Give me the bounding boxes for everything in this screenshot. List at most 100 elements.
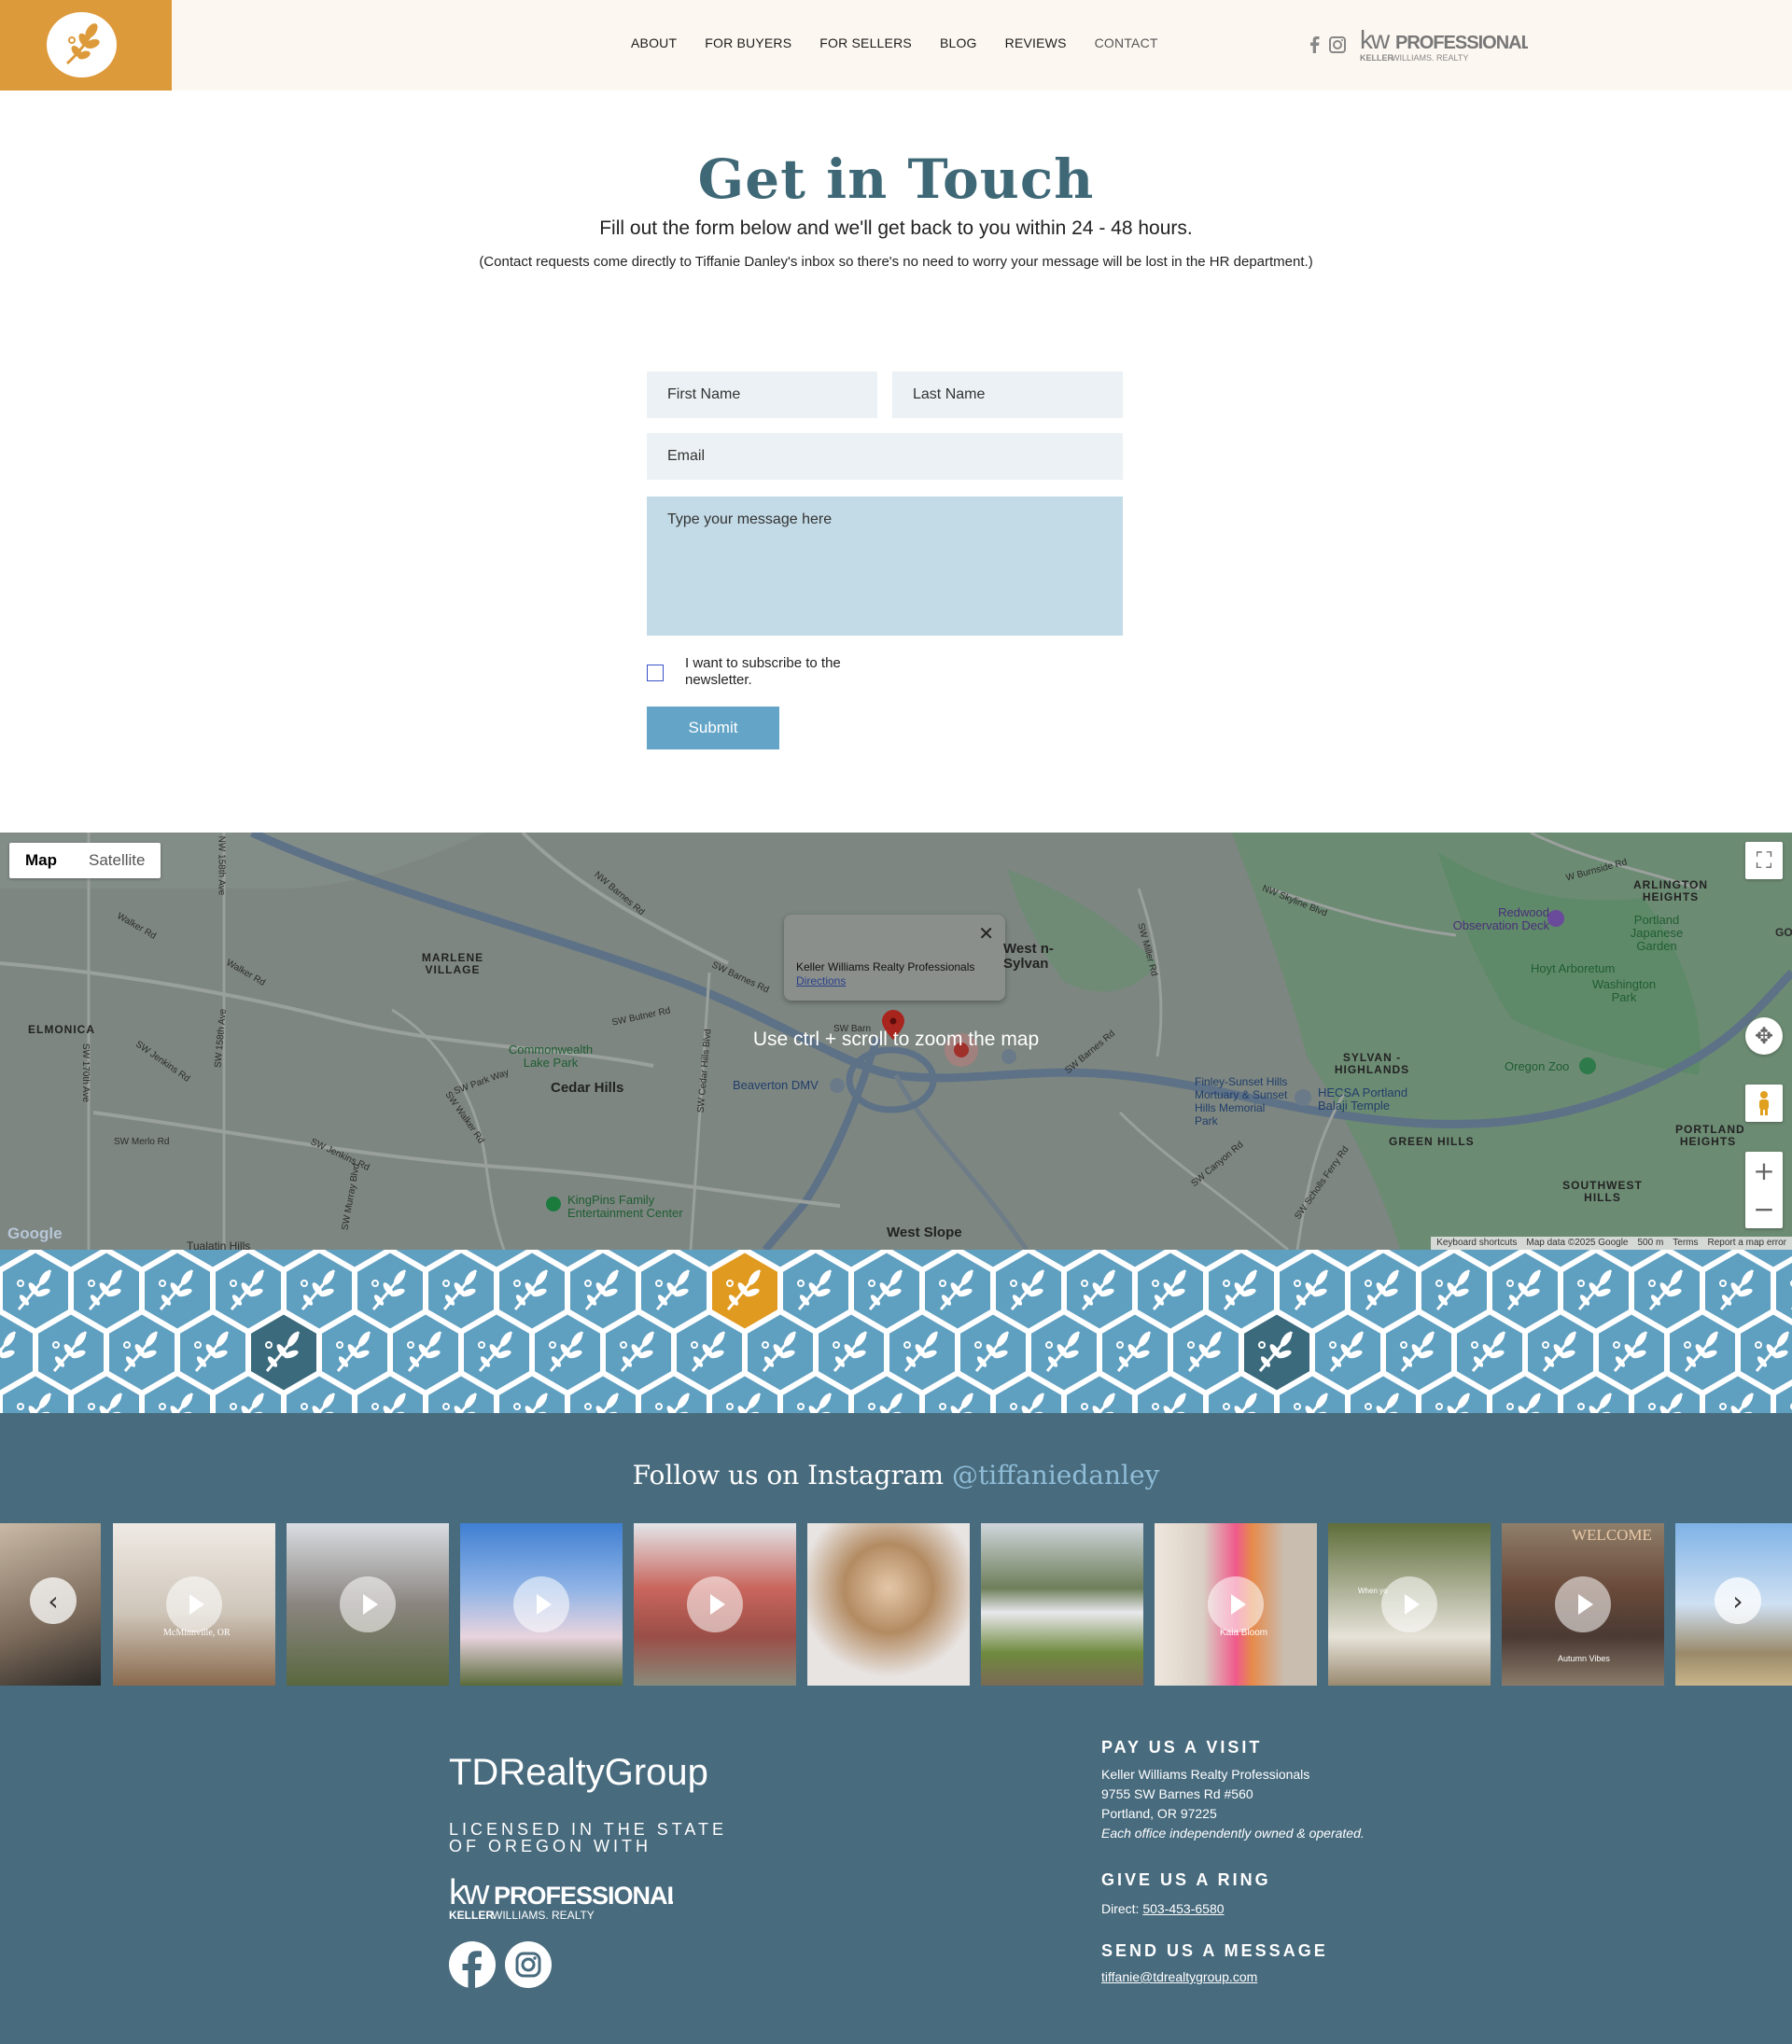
nav-for-sellers[interactable]: FOR SELLERS <box>819 35 912 50</box>
post-caption: McMinnville, OR <box>163 1628 231 1638</box>
google-map[interactable]: Map Satellite ⛶ ✥ + − ✕ Keller Williams … <box>0 833 1792 1250</box>
play-icon <box>1208 1576 1264 1632</box>
instagram-post[interactable] <box>634 1523 796 1686</box>
close-icon[interactable]: ✕ <box>978 922 994 945</box>
facebook-icon[interactable] <box>1309 36 1320 53</box>
svg-text:PROFESSIONALS: PROFESSIONALS <box>1395 33 1528 53</box>
instagram-post[interactable]: McMinnville, OR <box>113 1523 275 1686</box>
map-label-hecsa: HECSA Portland Balaji Temple <box>1318 1085 1408 1113</box>
post-caption: When yo <box>1358 1587 1388 1595</box>
map-data-text: Map data ©2025 Google <box>1526 1238 1629 1248</box>
instagram-post[interactable]: When yo <box>1328 1523 1491 1686</box>
olive-tile-pattern <box>0 1250 1792 1413</box>
map-scale[interactable]: 500 m <box>1637 1237 1663 1250</box>
instagram-handle-link[interactable]: @tiffaniedanley <box>952 1460 1159 1491</box>
svg-text:KELLER: KELLER <box>1360 53 1394 63</box>
facebook-icon[interactable] <box>449 1941 496 1988</box>
visit-note: Each office independently owned & operat… <box>1101 1826 1365 1841</box>
map-attribution: Keyboard shortcuts Map data ©2025 Google… <box>1431 1237 1792 1250</box>
map-label-beaverton-dmv: Beaverton DMV <box>733 1078 819 1092</box>
main-nav: ABOUT FOR BUYERS FOR SELLERS BLOG REVIEW… <box>631 35 1158 50</box>
play-icon <box>340 1576 396 1632</box>
last-name-field[interactable] <box>892 371 1123 418</box>
post-caption: Kaia Bloom <box>1220 1628 1268 1638</box>
zoom-out-icon[interactable]: − <box>1745 1190 1783 1228</box>
instagram-title-text: Follow us on Instagram <box>632 1460 945 1491</box>
instagram-post[interactable] <box>460 1523 623 1686</box>
play-icon <box>687 1576 743 1632</box>
instagram-post[interactable]: Kaia Bloom <box>1155 1523 1317 1686</box>
map-label-redwood: Redwood Observation Deck <box>1452 905 1549 932</box>
site-header: ABOUT FOR BUYERS FOR SELLERS BLOG REVIEW… <box>0 0 1792 91</box>
street-view-pegman-icon[interactable] <box>1745 1085 1783 1122</box>
nav-about[interactable]: ABOUT <box>631 35 677 50</box>
nav-contact[interactable]: CONTACT <box>1095 35 1158 50</box>
map-label-finley: Finley-Sunset Hills Mortuary & Sunset Hi… <box>1195 1075 1288 1127</box>
email-field[interactable] <box>647 433 1123 480</box>
terms-link[interactable]: Terms <box>1673 1237 1698 1250</box>
instagram-icon[interactable] <box>505 1941 552 1988</box>
kw-professionals-logo[interactable]: kw PROFESSIONALS KELLER WILLIAMS. REALTY <box>1360 28 1528 65</box>
map-tab-map[interactable]: Map <box>9 843 73 878</box>
play-icon <box>1381 1576 1437 1632</box>
message-details: tiffanie@tdrealtygroup.com <box>1101 1967 1257 1987</box>
svg-text:WILLIAMS. REALTY: WILLIAMS. REALTY <box>492 1909 595 1922</box>
nav-reviews[interactable]: REVIEWS <box>1005 35 1067 50</box>
map-tab-satellite[interactable]: Satellite <box>73 843 161 878</box>
report-error-link[interactable]: Report a map error <box>1708 1237 1786 1250</box>
directions-link[interactable]: Directions <box>796 974 846 987</box>
fullscreen-icon[interactable]: ⛶ <box>1745 842 1783 879</box>
instagram-post[interactable] <box>287 1523 449 1686</box>
map-info-window: ✕ Keller Williams Realty Professionals D… <box>784 915 1005 1001</box>
subscribe-checkbox[interactable] <box>647 665 664 681</box>
map-label-go: GO <box>1775 926 1792 939</box>
message-field[interactable] <box>647 497 1123 636</box>
ring-prefix: Direct: <box>1101 1901 1143 1916</box>
logo[interactable] <box>0 0 172 91</box>
nav-blog[interactable]: BLOG <box>940 35 977 50</box>
map-label-oregon-zoo: Oregon Zoo <box>1505 1059 1570 1073</box>
instagram-post[interactable] <box>981 1523 1143 1686</box>
info-place-name: Keller Williams Realty Professionals <box>796 960 975 973</box>
map-label-washington-park: Washington Park <box>1591 977 1657 1004</box>
phone-link[interactable]: 503-453-6580 <box>1142 1901 1224 1916</box>
visit-name: Keller Williams Realty Professionals <box>1101 1767 1310 1782</box>
carousel-prev-icon[interactable]: ‹ <box>30 1577 77 1624</box>
submit-button[interactable]: Submit <box>647 707 779 749</box>
map-label-kingpins: KingPins Family Entertainment Center <box>567 1193 683 1220</box>
map-label-japanese-garden: Portland Japanese Garden <box>1630 913 1684 953</box>
zoom-in-icon[interactable]: + <box>1745 1152 1783 1190</box>
visit-details: Keller Williams Realty Professionals 975… <box>1101 1765 1365 1843</box>
instagram-post[interactable] <box>807 1523 970 1686</box>
svg-text:KELLER: KELLER <box>449 1909 494 1922</box>
map-zoom-hint: Use ctrl + scroll to zoom the map <box>752 1029 1040 1050</box>
ring-details: Direct: 503-453-6580 <box>1101 1899 1225 1919</box>
olive-branch-icon <box>47 12 117 77</box>
visit-city: Portland, OR 97225 <box>1101 1806 1217 1821</box>
nav-for-buyers[interactable]: FOR BUYERS <box>705 35 791 50</box>
page-title: Get in Touch <box>697 147 1095 211</box>
map-label-portland-heights: PORTLAND HEIGHTS <box>1675 1123 1745 1148</box>
google-logo: Google <box>7 1225 63 1242</box>
ring-heading: GIVE US A RING <box>1101 1870 1271 1889</box>
contact-note: (Contact requests come directly to Tiffa… <box>479 254 1313 270</box>
carousel-next-icon[interactable]: › <box>1715 1577 1761 1624</box>
email-link[interactable]: tiffanie@tdrealtygroup.com <box>1101 1969 1257 1984</box>
keyboard-shortcuts-link[interactable]: Keyboard shortcuts <box>1436 1237 1517 1250</box>
post-caption: WELCOME <box>1572 1526 1652 1544</box>
header-social <box>1309 36 1346 53</box>
map-label-sw-merlo: SW Merlo Rd <box>114 1137 170 1147</box>
instagram-title: Follow us on Instagram @tiffaniedanley <box>0 1460 1792 1491</box>
svg-text:kw: kw <box>449 1874 490 1912</box>
post-caption: Autumn Vibes <box>1558 1654 1610 1663</box>
play-icon <box>513 1576 569 1632</box>
kw-professionals-logo-footer[interactable]: kw PROFESSIONALS KELLER WILLIAMS. REALTY <box>449 1874 673 1923</box>
instagram-icon[interactable] <box>1329 36 1346 53</box>
instagram-post[interactable]: WELCOME Autumn Vibes <box>1502 1523 1664 1686</box>
svg-text:PROFESSIONALS: PROFESSIONALS <box>494 1882 673 1910</box>
visit-street: 9755 SW Barnes Rd #560 <box>1101 1786 1253 1801</box>
visit-heading: PAY US A VISIT <box>1101 1738 1263 1757</box>
first-name-field[interactable] <box>647 371 877 418</box>
message-heading: SEND US A MESSAGE <box>1101 1941 1328 1960</box>
map-label-sylvan-highlands: SYLVAN - HIGHLANDS <box>1334 1051 1410 1076</box>
